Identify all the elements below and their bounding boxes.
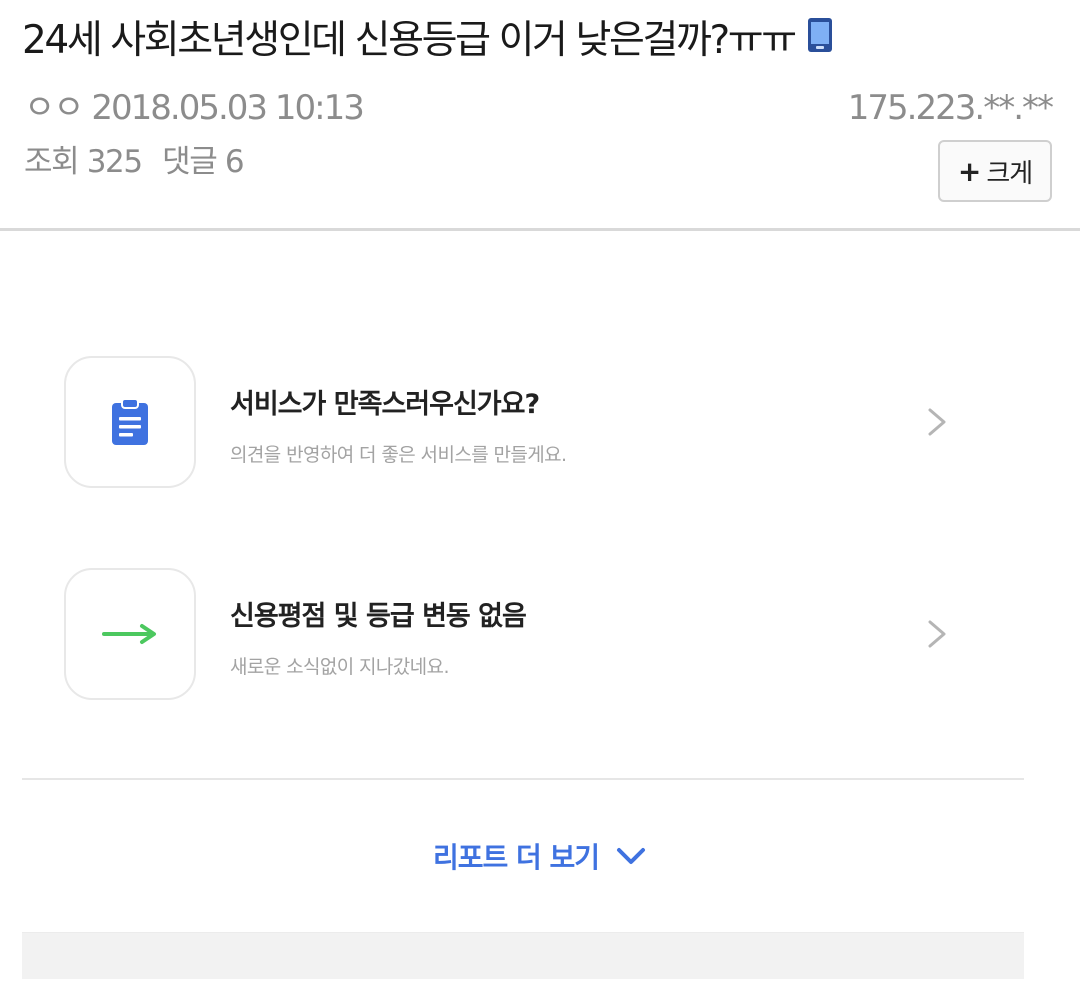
report-icon-box [64, 568, 196, 700]
plus-icon: + [957, 154, 981, 188]
report-item-subtitle: 의견을 반영하여 더 좋은 서비스를 만들게요. [230, 444, 567, 466]
report-item-subtitle: 새로운 소식없이 지나갔네요. [230, 656, 449, 678]
view-count: 조회 325 [24, 144, 143, 180]
report-item-survey[interactable]: 서비스가 만족스러우신가요? 의견을 반영하여 더 좋은 서비스를 만들게요. [64, 356, 964, 490]
bottom-band [22, 932, 1024, 979]
chevron-down-icon [617, 848, 646, 864]
mobile-phone-icon [807, 17, 833, 53]
report-icon-box [64, 356, 196, 488]
section-divider [22, 778, 1024, 780]
more-report-button[interactable]: 리포트 더 보기 [0, 836, 1080, 876]
report-item-title: 서비스가 만족스러우신가요? [230, 389, 540, 420]
post-stats: 조회 325 댓글 6 [24, 140, 255, 184]
report-item-title: 신용평점 및 등급 변동 없음 [230, 601, 527, 632]
right-arrow-icon [102, 624, 156, 644]
post-page: 24세 사회초년생인데 신용등급 이거 낮은걸까?ㅠㅠ ㅇㅇ 2018.05.0… [0, 0, 1080, 990]
post-author-date: ㅇㅇ 2018.05.03 10:13 [24, 88, 365, 128]
comment-count: 댓글 6 [162, 144, 244, 180]
chevron-right-icon [928, 408, 946, 436]
post-title-row: 24세 사회초년생인데 신용등급 이거 낮은걸까?ㅠㅠ [22, 12, 833, 70]
enlarge-text-button[interactable]: + 크게 [938, 140, 1052, 202]
post-title: 24세 사회초년생인데 신용등급 이거 낮은걸까?ㅠㅠ [22, 18, 797, 63]
enlarge-label: 크게 [986, 158, 1033, 189]
chevron-right-icon [928, 620, 946, 648]
post-ip: 175.223.**.** [847, 88, 1054, 128]
clipboard-icon [112, 398, 148, 445]
more-report-label: 리포트 더 보기 [432, 841, 600, 874]
header-divider [0, 228, 1080, 231]
report-item-credit-status[interactable]: 신용평점 및 등급 변동 없음 새로운 소식없이 지나갔네요. [64, 568, 964, 702]
